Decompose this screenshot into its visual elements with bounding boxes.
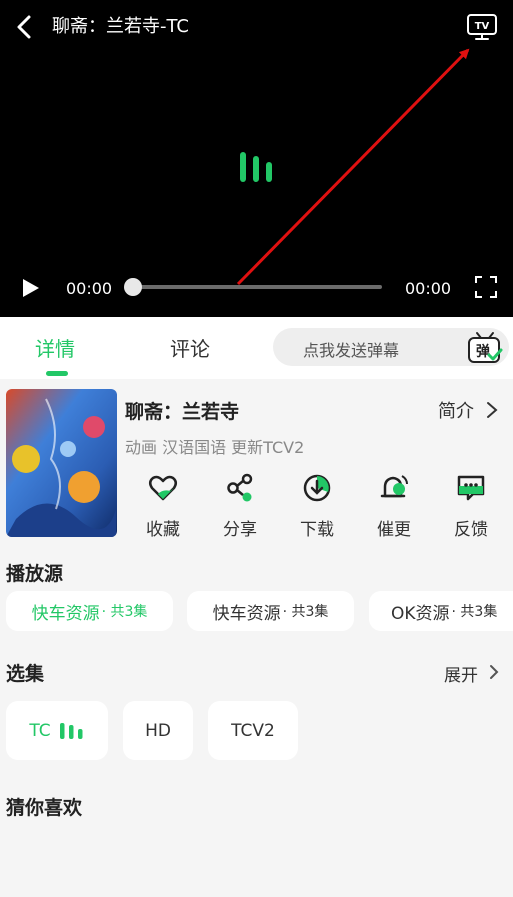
- share-label: 分享: [223, 520, 257, 540]
- current-time: 00:00: [66, 279, 113, 298]
- progress-knob[interactable]: [124, 278, 142, 296]
- loading-bars-icon: [240, 152, 272, 182]
- urge-update-label: 催更: [377, 520, 411, 540]
- chevron-right-icon[interactable]: [486, 401, 498, 419]
- source-name: 快车资源: [212, 603, 281, 624]
- source-count: · 共3集: [282, 604, 329, 620]
- feedback-icon: [457, 475, 485, 501]
- danmu-toggle-icon[interactable]: 弹: [467, 331, 503, 365]
- share-button[interactable]: 分享: [210, 473, 270, 543]
- back-arrow-icon[interactable]: [12, 14, 38, 40]
- episodes-title: 选集: [6, 663, 45, 685]
- source-list: 快车资源 · 共3集 快车资源 · 共3集 OK资源 · 共3集: [6, 591, 513, 633]
- playing-bars-icon: [59, 722, 83, 739]
- episode-item[interactable]: TCV2: [208, 701, 298, 760]
- tv-cast-icon[interactable]: TV: [466, 12, 498, 42]
- source-item[interactable]: OK资源 · 共3集: [369, 591, 513, 631]
- episode-item[interactable]: HD: [123, 701, 193, 760]
- recommend-title: 猜你喜欢: [6, 797, 83, 819]
- favorite-label: 收藏: [146, 520, 180, 540]
- episode-label: TC: [29, 720, 51, 741]
- detail-content: 聊斋：兰若寺 简介 动画 汉语国语 更新TCV2 收藏 分享 下载 催更 反馈 …: [0, 379, 513, 897]
- tab-bar: 详情 评论 点我发送弹幕 弹: [0, 317, 513, 379]
- sources-title: 播放源: [6, 563, 64, 585]
- feedback-button[interactable]: 反馈: [441, 473, 501, 543]
- episode-label: HD: [145, 720, 171, 741]
- source-item[interactable]: 快车资源 · 共3集: [6, 591, 173, 631]
- episode-item[interactable]: TC: [6, 701, 108, 760]
- danmu-input[interactable]: 点我发送弹幕 弹: [273, 328, 509, 366]
- intro-link[interactable]: 简介: [438, 397, 474, 423]
- heart-icon: [149, 475, 177, 501]
- video-player[interactable]: 聊斋：兰若寺-TC TV 00:00 00:00: [0, 0, 513, 317]
- urge-update-button[interactable]: 催更: [364, 473, 424, 543]
- feedback-label: 反馈: [454, 520, 488, 540]
- source-name: 快车资源: [31, 603, 100, 624]
- source-count: · 共3集: [451, 604, 498, 620]
- download-button[interactable]: 下载: [287, 473, 347, 543]
- fullscreen-icon[interactable]: [474, 275, 498, 299]
- video-title: 聊斋：兰若寺-TC: [52, 16, 190, 37]
- bell-icon: [380, 475, 408, 498]
- source-count: · 共3集: [101, 604, 148, 620]
- show-title: 聊斋：兰若寺: [125, 401, 240, 423]
- share-icon: [227, 473, 253, 502]
- chevron-right-icon[interactable]: [489, 664, 499, 680]
- source-name: OK资源: [391, 603, 450, 624]
- svg-text:TV: TV: [475, 21, 490, 32]
- play-icon[interactable]: [18, 276, 42, 300]
- tab-detail[interactable]: 详情: [35, 333, 75, 362]
- tab-comment[interactable]: 评论: [170, 333, 210, 362]
- active-tab-indicator: [46, 371, 68, 376]
- favorite-button[interactable]: 收藏: [133, 473, 193, 543]
- danmu-icon-label: 弹: [476, 343, 490, 360]
- danmu-placeholder: 点我发送弹幕: [303, 341, 400, 360]
- download-icon: [303, 474, 331, 502]
- progress-track[interactable]: [132, 285, 382, 289]
- download-label: 下载: [300, 520, 334, 540]
- total-time: 00:00: [405, 279, 452, 298]
- source-item[interactable]: 快车资源 · 共3集: [187, 591, 354, 631]
- episode-label: TCV2: [231, 720, 275, 741]
- show-meta: 动画 汉语国语 更新TCV2: [125, 438, 305, 457]
- poster-image[interactable]: [6, 389, 117, 537]
- expand-link[interactable]: 展开: [444, 661, 478, 686]
